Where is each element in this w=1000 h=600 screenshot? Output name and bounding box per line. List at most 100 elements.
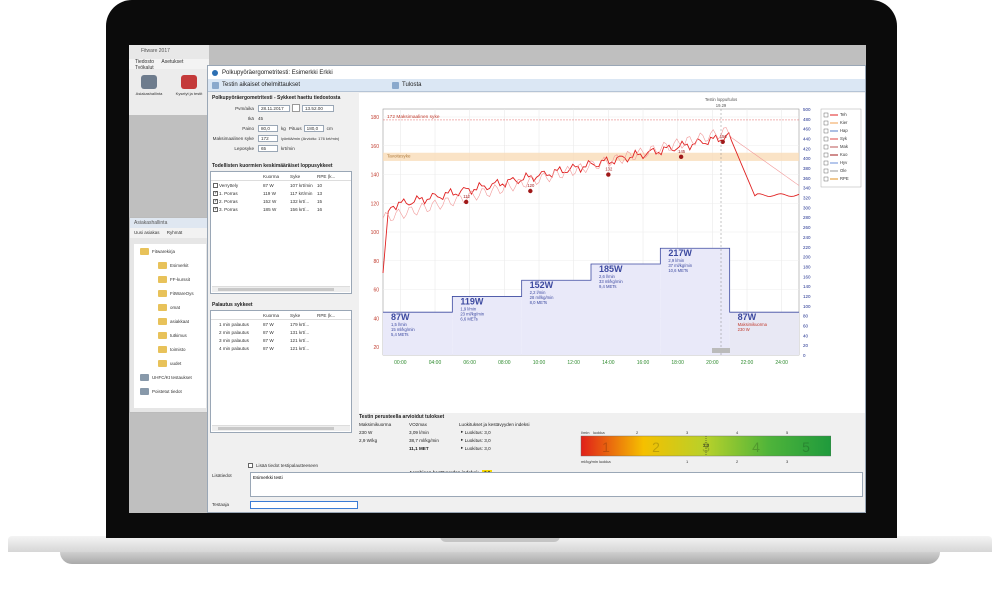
- row-hr: 117 krt/min: [290, 190, 313, 196]
- tests-button[interactable]: Kyselyt ja testit: [171, 75, 207, 96]
- test-measurements-button[interactable]: Testin aikaiset ohelmittaukset: [212, 81, 300, 89]
- loads-col-load: Kuorma: [263, 173, 280, 179]
- notes-field[interactable]: Esimerkki testi: [250, 472, 863, 497]
- row-hr: 179 krt/...: [290, 321, 310, 327]
- scale-class-number: 1: [602, 439, 610, 455]
- legend-label: Syk: [840, 136, 848, 141]
- row-checkbox[interactable]: ✓: [213, 190, 218, 196]
- tree-item[interactable]: omat: [158, 304, 180, 311]
- loads-row[interactable]: ✓ 1. Porras 119 W 117 krt/min 13: [211, 189, 351, 197]
- y-right-tick-label: 460: [803, 127, 811, 132]
- test-end-label: Testin loppu/tulos: [705, 97, 737, 102]
- x-cursor-badge: [712, 348, 730, 353]
- y-right-tick-label: 260: [803, 225, 811, 230]
- loads-col-hr: Syke: [290, 173, 301, 179]
- row-checkbox[interactable]: ✓: [213, 198, 218, 204]
- loads-row[interactable]: ✓ 2. Porras 152 W 132 krt/... 15: [211, 197, 351, 205]
- legend-label: Hyv: [840, 160, 848, 165]
- tree-item[interactable]: Fitwarekirja: [140, 248, 175, 255]
- x-tick-label: 22:00: [741, 360, 754, 366]
- tree-item[interactable]: UHFC/Kt testaukset: [140, 374, 192, 381]
- row-hr: 156 krt/...: [290, 206, 310, 212]
- scale-top-mark: 4: [736, 430, 739, 435]
- scale-class-number: 4: [752, 439, 760, 455]
- loads-row[interactable]: ✓ 3. Porras 185 W 156 krt/... 16: [211, 205, 351, 213]
- y-right-tick-label: 300: [803, 205, 811, 210]
- class-2: ▸ Luokitus: 3,0: [461, 437, 491, 443]
- date-field[interactable]: 28.11.2017: [258, 104, 290, 112]
- window-toolbar: Testin aikaiset ohelmittaukset Tulosta: [208, 79, 865, 92]
- tree-item[interactable]: toimisto: [158, 346, 186, 353]
- tree-item[interactable]: uudet: [158, 360, 181, 367]
- row-load: 87 W: [263, 321, 274, 327]
- test-end-time: 19.29: [716, 103, 727, 108]
- tree-item[interactable]: Esimerkit: [158, 262, 189, 269]
- y-right-tick-label: 200: [803, 255, 811, 260]
- tree-item[interactable]: tutkimus: [158, 332, 187, 339]
- tester-field[interactable]: [250, 501, 358, 509]
- recovery-row[interactable]: 1 min palautus 87 W 179 krt/...: [211, 320, 351, 328]
- y-right-tick-label: 500: [803, 107, 811, 112]
- groups-button[interactable]: Ryhmät: [167, 230, 183, 235]
- row-name: Verryttely: [219, 182, 239, 188]
- hr-point: [678, 154, 684, 160]
- legend-label: Kier: [840, 120, 848, 125]
- loads-row[interactable]: Verryttely 87 W 107 krt/min 10: [211, 181, 351, 189]
- tree-item[interactable]: FF-kurssit: [158, 276, 190, 283]
- menu-settings[interactable]: Asetukset: [161, 59, 183, 65]
- new-customer-button[interactable]: Uusi asiakas: [134, 230, 160, 235]
- row-name: 1 min palautus: [219, 321, 249, 327]
- time-field[interactable]: 13.52.00: [302, 104, 334, 112]
- x-tick-label: 20:00: [706, 360, 719, 366]
- row-hr: 132 krt/...: [290, 198, 310, 204]
- recovery-row[interactable]: 3 min palautus 87 W 121 krt/...: [211, 336, 351, 344]
- load-step-detail: 10,6 METs: [668, 268, 688, 273]
- row-checkbox[interactable]: ✓: [213, 206, 218, 212]
- legend-label: Mak: [840, 144, 849, 149]
- tree-item[interactable]: FitWareOys: [158, 290, 194, 297]
- folder-icon: [158, 346, 167, 353]
- hr-point: [528, 188, 533, 194]
- customers-button[interactable]: Asiakashallinta: [131, 75, 167, 96]
- tree-item[interactable]: asiakkaat: [158, 318, 189, 325]
- y-right-tick-label: 480: [803, 117, 811, 122]
- row-name: 2. Porras: [219, 198, 238, 204]
- row-load: 87 W: [263, 182, 274, 188]
- row-hr: 131 krt/...: [290, 329, 310, 335]
- add-to-feedback-checkbox[interactable]: Lisää tiedot testipalautteeseen: [248, 463, 318, 468]
- row-checkbox[interactable]: [213, 182, 218, 188]
- loads-rows: Verryttely 87 W 107 krt/min 10 ✓ 1. Porras 119…: [211, 181, 351, 213]
- height-label: Pituus: [288, 125, 302, 131]
- height-field[interactable]: 180,0: [303, 124, 324, 132]
- checkbox-icon[interactable]: [248, 463, 253, 468]
- weight-field[interactable]: 80,0: [258, 124, 278, 132]
- resthr-field[interactable]: 65: [258, 144, 278, 152]
- y-right-tick-label: 320: [803, 196, 811, 201]
- tree-item[interactable]: Poistetut tiedot: [140, 388, 182, 395]
- load-step-label: 87W: [391, 312, 410, 322]
- results-col-vo2max: VO2max: [409, 421, 427, 427]
- maxhr-field[interactable]: 172: [258, 134, 278, 142]
- scale-unit-top: l/min: [581, 430, 589, 435]
- folder-icon: [158, 332, 167, 339]
- loads-grid: Kuorma Syke RPE (k... Verryttely 87 W 107 …: [210, 171, 352, 294]
- recovery-row[interactable]: 4 min palautus 87 W 121 krt/...: [211, 344, 351, 352]
- scale-class-number: 5: [802, 439, 810, 455]
- loads-scrollbar[interactable]: [212, 286, 350, 292]
- scale-class-top: luokka: [593, 430, 605, 435]
- scale-marker-label: 3,0: [703, 443, 710, 448]
- y-right-tick-label: 40: [803, 333, 809, 338]
- recovery-row[interactable]: 2 min palautus 87 W 131 krt/...: [211, 328, 351, 336]
- recovery-scrollbar[interactable]: [212, 425, 350, 431]
- y-left-tick-label: 160: [371, 144, 380, 150]
- x-tick-label: 08:00: [498, 360, 511, 366]
- form-title: Polkupyöräergometritesti - Sykkeet haett…: [212, 95, 341, 101]
- y-right-tick-label: 240: [803, 235, 811, 240]
- legend-label: Teh: [840, 112, 847, 117]
- load-step-detail: 9,4 METs: [599, 284, 616, 289]
- print-button[interactable]: Tulosta: [392, 81, 422, 89]
- scale-top-mark: 2: [636, 430, 639, 435]
- results-col-class: Luokitukset ja kestävyyden indeksi: [459, 421, 530, 427]
- calendar-icon[interactable]: [292, 104, 300, 112]
- row-load: 119 W: [263, 190, 276, 196]
